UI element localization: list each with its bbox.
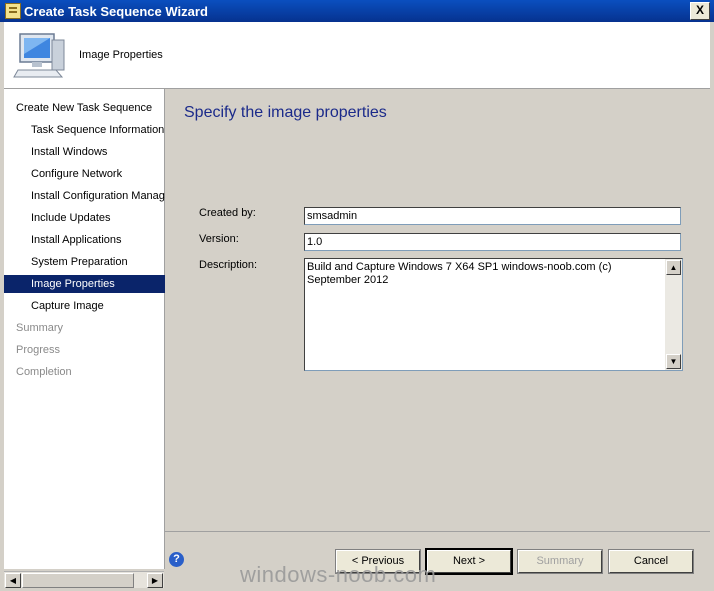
sidebar-item-install-applications: Install Applications — [31, 234, 122, 246]
wizard-page-content: Specify the image properties Created by:… — [165, 89, 710, 531]
sidebar-item-create-new-task-sequence: Create New Task Sequence — [16, 102, 153, 114]
description-field[interactable]: Build and Capture Windows 7 X64 SP1 wind… — [304, 258, 683, 371]
wizard-app-icon — [5, 3, 21, 19]
version-label: Version: — [199, 233, 239, 245]
next-button[interactable]: Next > — [425, 548, 513, 575]
sidebar-item-system-preparation: System Preparation — [31, 256, 128, 268]
description-label: Description: — [199, 259, 258, 271]
scroll-left-arrow-icon[interactable]: ◀ — [5, 573, 21, 588]
sidebar-item-capture-image: Capture Image — [31, 300, 104, 312]
sidebar-item-task-sequence-information: Task Sequence Information — [31, 124, 165, 136]
watermark: windows-noob.com — [240, 562, 437, 587]
window-title: Create Task Sequence Wizard — [24, 4, 208, 19]
created-by-field[interactable]: smsadmin — [304, 207, 681, 225]
close-button[interactable]: X — [690, 2, 710, 20]
sidebar-item-image-properties: Image Properties — [4, 275, 191, 293]
scroll-down-arrow-icon[interactable]: ▼ — [666, 354, 681, 369]
header-title: Image Properties — [79, 49, 163, 61]
sidebar-horizontal-scrollbar[interactable]: ◀ ▶ — [4, 571, 164, 588]
sidebar-item-completion: Completion — [16, 366, 72, 378]
page-heading: Specify the image properties — [184, 104, 387, 121]
sidebar-item-include-updates: Include Updates — [31, 212, 111, 224]
sidebar-item-progress: Progress — [16, 344, 61, 356]
sidebar-item-install-windows: Install Windows — [31, 146, 108, 158]
title-bar[interactable]: Create Task Sequence Wizard X — [0, 0, 714, 22]
scrollbar-thumb[interactable] — [22, 573, 134, 588]
sidebar-item-summary: Summary — [16, 322, 64, 334]
computer-icon — [13, 33, 65, 78]
version-field[interactable]: 1.0 — [304, 233, 681, 251]
summary-button[interactable]: Summary — [517, 549, 603, 574]
scroll-right-arrow-icon[interactable]: ▶ — [147, 573, 163, 588]
sidebar-item-configure-network: Configure Network — [31, 168, 123, 180]
scroll-up-arrow-icon[interactable]: ▲ — [666, 260, 681, 275]
created-by-label: Created by: — [199, 207, 256, 219]
wizard-header: Image Properties — [4, 22, 710, 89]
cancel-button[interactable]: Cancel — [608, 549, 694, 574]
description-text[interactable]: Build and Capture Windows 7 X64 SP1 wind… — [307, 261, 663, 287]
sidebar-item-install-configuration-manager: Install Configuration Manag — [31, 190, 165, 202]
wizard-steps-sidebar: Create New Task Sequence Task Sequence I… — [4, 89, 191, 569]
description-scrollbar[interactable]: ▲ ▼ — [665, 259, 682, 370]
help-icon[interactable]: ? — [169, 552, 184, 567]
